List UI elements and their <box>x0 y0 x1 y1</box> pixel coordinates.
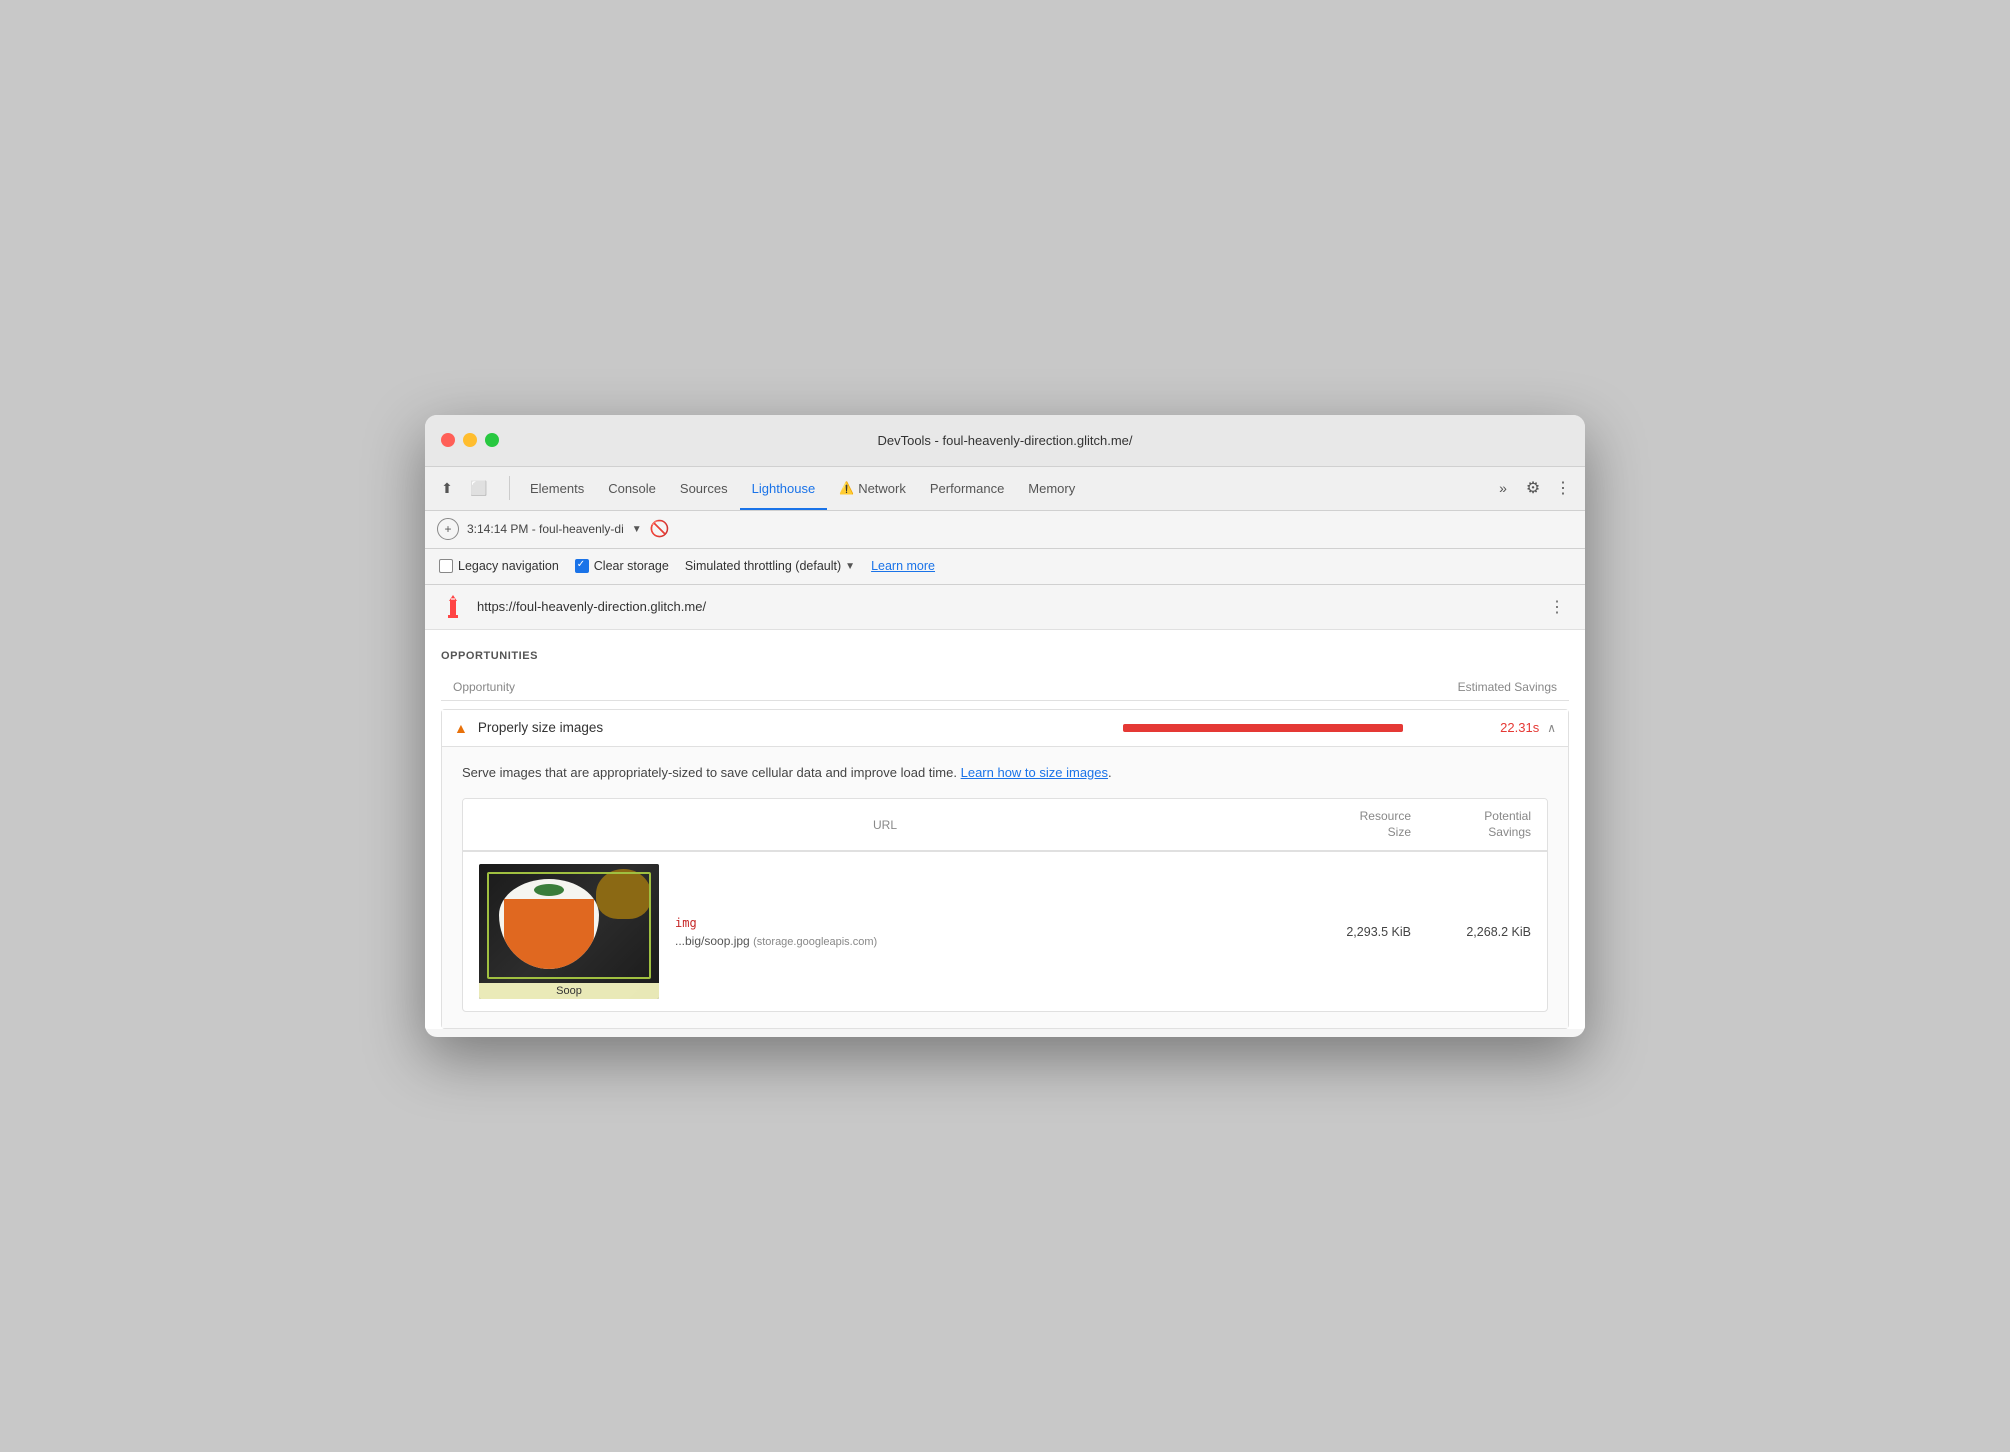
inspector-icon: ⬜ <box>470 480 487 497</box>
tab-lighthouse[interactable]: Lighthouse <box>740 466 828 510</box>
more-tabs-icon: » <box>1499 480 1507 496</box>
audit-title: Properly size images <box>478 720 1123 735</box>
session-label: 3:14:14 PM - foul-heavenly-di <box>467 522 624 536</box>
cursor-icon: ⬆ <box>441 480 453 497</box>
audit-savings-value: 22.31s <box>1463 720 1543 735</box>
table-cell-url: img ...big/soop.jpg (storage.googleapis.… <box>675 916 1291 948</box>
url-bar: https://foul-heavenly-direction.glitch.m… <box>425 585 1585 630</box>
tab-memory[interactable]: Memory <box>1016 466 1087 510</box>
url-more-icon: ⋮ <box>1549 597 1565 617</box>
throttling-dropdown-icon[interactable]: ▼ <box>845 561 855 572</box>
audit-description: Serve images that are appropriately-size… <box>462 763 1548 783</box>
section-title: OPPORTUNITIES <box>441 650 1569 662</box>
table-header: Opportunity Estimated Savings <box>441 674 1569 701</box>
image-thumbnail: Soop <box>479 864 659 999</box>
title-bar: DevTools - foul-heavenly-direction.glitc… <box>425 415 1585 467</box>
maximize-button[interactable] <box>485 433 499 447</box>
dt-col-potential-header: Potential Savings <box>1411 809 1531 840</box>
audit-expanded-content: Serve images that are appropriately-size… <box>442 746 1568 1029</box>
legacy-navigation-label: Legacy navigation <box>458 559 559 573</box>
main-content: https://foul-heavenly-direction.glitch.m… <box>425 585 1585 1030</box>
table-cell-resource: 2,293.5 KiB <box>1291 925 1411 939</box>
col-opportunity-header: Opportunity <box>453 680 1427 694</box>
minimize-button[interactable] <box>463 433 477 447</box>
img-domain: (storage.googleapis.com) <box>753 936 877 948</box>
img-url: ...big/soop.jpg (storage.googleapis.com) <box>675 934 1291 948</box>
inspect-icon-button[interactable]: ⬜ <box>465 474 493 502</box>
throttling-option: Simulated throttling (default) ▼ <box>685 559 855 573</box>
table-row: Soop img ...big/soop.jpg (storage.google… <box>463 851 1547 1011</box>
lighthouse-brand-icon <box>439 593 467 621</box>
plus-icon: + <box>444 522 451 536</box>
tab-console[interactable]: Console <box>596 466 668 510</box>
traffic-lights <box>441 433 499 447</box>
audit-savings-bar <box>1123 724 1403 732</box>
tab-bar: ⬆ ⬜ Elements Console Sources Lighthouse … <box>425 467 1585 511</box>
data-table-header: URL Resource Size Potential Savings <box>463 799 1547 851</box>
gear-icon: ⚙ <box>1526 478 1540 498</box>
audit-bar-container <box>1123 724 1463 732</box>
table-cell-potential: 2,268.2 KiB <box>1411 925 1531 939</box>
dt-col-resource-header: Resource Size <box>1291 809 1411 840</box>
thumbnail-label: Soop <box>479 983 659 999</box>
thumbnail-outline <box>487 872 651 979</box>
opportunities-section: OPPORTUNITIES Opportunity Estimated Savi… <box>425 630 1585 1030</box>
more-tabs-button[interactable]: » <box>1489 474 1517 502</box>
menu-button[interactable]: ⋮ <box>1549 474 1577 502</box>
toolbar-icons: ⬆ ⬜ <box>433 474 493 502</box>
audit-warning-icon: ▲ <box>454 720 468 736</box>
url-text: https://foul-heavenly-direction.glitch.m… <box>477 599 1533 614</box>
clear-storage-label: Clear storage <box>594 559 669 573</box>
settings-button[interactable]: ⚙ <box>1519 474 1547 502</box>
audit-row-properly-size-images: ▲ Properly size images 22.31s ∧ Serve im… <box>441 709 1569 1030</box>
options-bar: Legacy navigation Clear storage Simulate… <box>425 549 1585 585</box>
audit-row-header[interactable]: ▲ Properly size images 22.31s ∧ <box>442 710 1568 746</box>
dots-icon: ⋮ <box>1555 478 1571 498</box>
tab-sources[interactable]: Sources <box>668 466 740 510</box>
add-session-button[interactable]: + <box>437 518 459 540</box>
dt-col-url-header: URL <box>479 818 1291 832</box>
url-more-button[interactable]: ⋮ <box>1543 593 1571 621</box>
learn-more-link[interactable]: Learn more <box>871 559 935 573</box>
no-entry-icon[interactable]: 🚫 <box>650 519 670 539</box>
window-title: DevTools - foul-heavenly-direction.glitc… <box>877 433 1132 448</box>
img-tag: img <box>675 916 1291 930</box>
tab-performance[interactable]: Performance <box>918 466 1016 510</box>
learn-how-link[interactable]: Learn how to size images <box>961 765 1108 780</box>
network-warning-icon: ⚠️ <box>839 481 854 495</box>
data-table: URL Resource Size Potential Savings <box>462 798 1548 1012</box>
throttling-label: Simulated throttling (default) <box>685 559 841 573</box>
audit-chevron-icon[interactable]: ∧ <box>1547 721 1556 735</box>
col-savings-header: Estimated Savings <box>1427 680 1557 694</box>
legacy-navigation-option[interactable]: Legacy navigation <box>439 559 559 573</box>
clear-storage-checkbox[interactable] <box>575 559 589 573</box>
sub-toolbar: + 3:14:14 PM - foul-heavenly-di ▼ 🚫 <box>425 511 1585 549</box>
legacy-navigation-checkbox[interactable] <box>439 559 453 573</box>
tab-divider <box>509 476 510 500</box>
tab-elements[interactable]: Elements <box>518 466 596 510</box>
tab-network[interactable]: ⚠️ Network <box>827 466 918 510</box>
clear-storage-option[interactable]: Clear storage <box>575 559 669 573</box>
close-button[interactable] <box>441 433 455 447</box>
devtools-window: DevTools - foul-heavenly-direction.glitc… <box>425 415 1585 1038</box>
session-dropdown-icon[interactable]: ▼ <box>632 524 642 535</box>
cursor-icon-button[interactable]: ⬆ <box>433 474 461 502</box>
